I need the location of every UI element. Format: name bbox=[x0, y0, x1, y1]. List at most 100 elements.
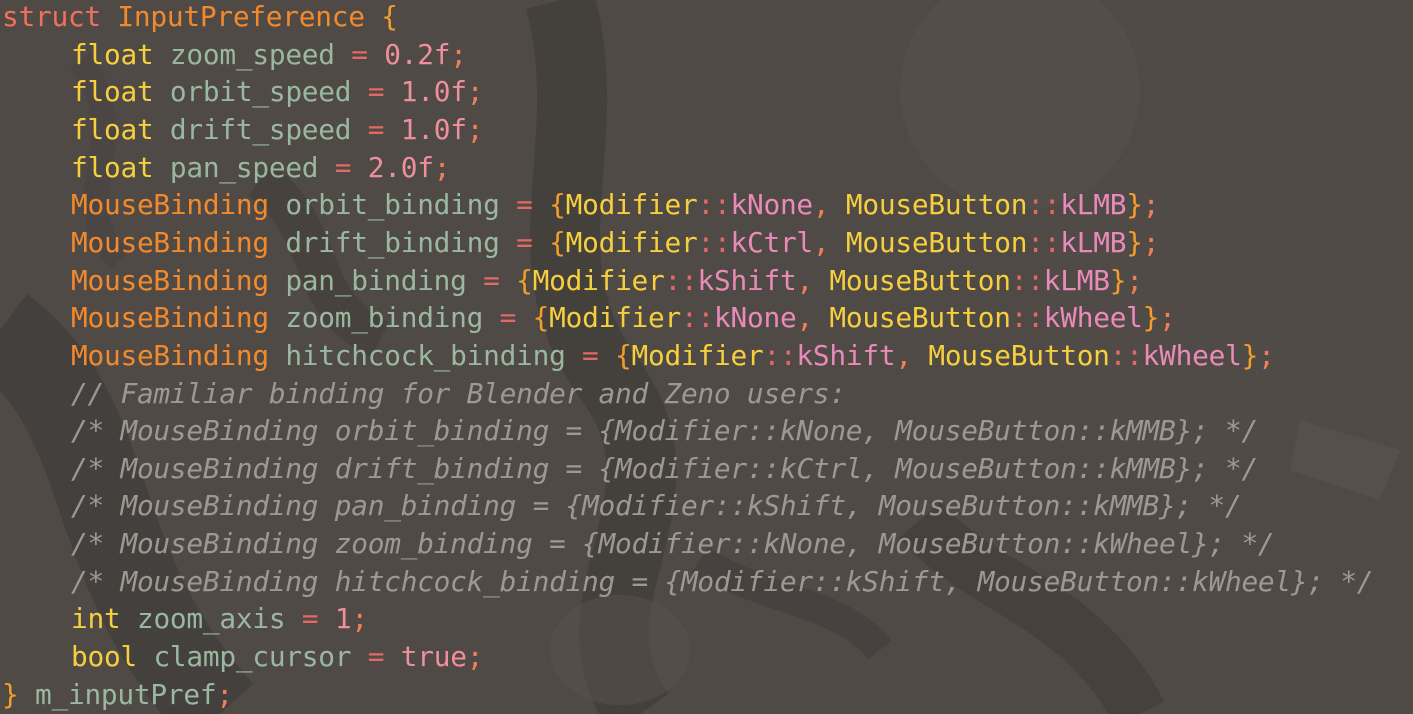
code-token: orbit_binding bbox=[268, 188, 517, 222]
code-token: ; bbox=[1142, 225, 1160, 259]
code-token: MouseButton bbox=[829, 301, 1011, 335]
code-token: ; bbox=[466, 640, 484, 674]
code-token: zoom_binding bbox=[268, 301, 500, 335]
code-token: Modifier bbox=[549, 301, 682, 335]
code-token: ; bbox=[466, 112, 484, 146]
code-token: ; bbox=[466, 75, 484, 109]
comment-line: /* MouseBinding drift_binding = {Modifie… bbox=[2, 450, 1258, 488]
code-token: ; bbox=[1142, 188, 1160, 222]
code-token: kWheel bbox=[1043, 301, 1143, 335]
code-token: } bbox=[2, 677, 19, 711]
code-token: /* MouseBinding orbit_binding = {Modifie… bbox=[71, 414, 1258, 448]
code-token: 1 bbox=[334, 602, 352, 636]
code-token: kLMB bbox=[1060, 188, 1127, 222]
code-token: kCtrl bbox=[730, 225, 813, 259]
comment-line: /* MouseBinding pan_binding = {Modifier:… bbox=[2, 487, 1242, 525]
code-token: :: bbox=[1027, 225, 1061, 259]
code-token: float bbox=[71, 75, 154, 109]
code-token: struct bbox=[2, 0, 101, 33]
code-line: MouseBinding zoom_binding = {Modifier::k… bbox=[2, 299, 1176, 337]
code-token: kWheel bbox=[1142, 338, 1242, 372]
code-token: = bbox=[367, 112, 385, 146]
code-token: kShift bbox=[796, 338, 896, 372]
code-token: MouseBinding bbox=[71, 225, 269, 259]
code-token: float bbox=[71, 112, 154, 146]
code-line: float pan_speed = 2.0f; bbox=[2, 149, 450, 187]
code-token: ; bbox=[450, 37, 467, 71]
code-token: :: bbox=[763, 338, 797, 372]
code-token: { bbox=[516, 263, 533, 297]
code-token: orbit_speed bbox=[153, 75, 368, 109]
code-token: kLMB bbox=[1060, 225, 1127, 259]
code-token: Modifier bbox=[631, 338, 764, 372]
code-token: /* MouseBinding zoom_binding = {Modifier… bbox=[71, 527, 1275, 561]
code-line: struct InputPreference { bbox=[2, 0, 398, 36]
code-token: = bbox=[499, 301, 517, 335]
code-token: 1.0f bbox=[400, 75, 467, 109]
comment-line: /* MouseBinding zoom_binding = {Modifier… bbox=[2, 525, 1275, 563]
code-token: 0.2f bbox=[384, 37, 451, 71]
code-token: drift_speed bbox=[153, 112, 368, 146]
comment-line: /* MouseBinding hitchcock_binding = {Mod… bbox=[2, 563, 1374, 601]
code-line: MouseBinding pan_binding = {Modifier::kS… bbox=[2, 262, 1143, 300]
code-token: = bbox=[367, 75, 385, 109]
code-token: , bbox=[796, 263, 830, 297]
code-token: { bbox=[532, 301, 550, 335]
code-token: kNone bbox=[730, 188, 813, 222]
code-token: ; bbox=[1258, 338, 1275, 372]
code-editor[interactable]: struct InputPreference { float zoom_speed… bbox=[0, 0, 1413, 714]
code-token: } bbox=[1109, 263, 1127, 297]
code-token: = bbox=[582, 338, 599, 372]
code-token: zoom_speed bbox=[153, 37, 352, 71]
code-line: MouseBinding drift_binding = {Modifier::… bbox=[2, 224, 1159, 262]
code-token: MouseButton bbox=[845, 225, 1028, 259]
code-token: :: bbox=[1010, 263, 1044, 297]
code-token: Modifier bbox=[565, 225, 698, 259]
code-line: MouseBinding orbit_binding = {Modifier::… bbox=[2, 186, 1159, 224]
code-token: bool bbox=[71, 640, 137, 674]
code-line: } m_inputPref; bbox=[2, 676, 233, 714]
code-token: MouseBinding bbox=[71, 188, 269, 222]
code-line: MouseBinding hitchcock_binding = {Modifi… bbox=[2, 337, 1275, 375]
code-token: zoom_axis bbox=[120, 602, 302, 636]
code-token: kNone bbox=[714, 301, 797, 335]
code-token: ; bbox=[1159, 301, 1176, 335]
code-token: , bbox=[895, 338, 929, 372]
code-token: pan_speed bbox=[153, 150, 335, 184]
code-token: = bbox=[483, 263, 500, 297]
code-token: :: bbox=[1109, 338, 1143, 372]
code-token: :: bbox=[681, 301, 714, 335]
code-token: { bbox=[381, 0, 398, 33]
code-token: true bbox=[400, 640, 467, 674]
code-token: :: bbox=[664, 263, 698, 297]
code-token: MouseButton bbox=[928, 338, 1110, 372]
code-token: , bbox=[812, 188, 846, 222]
code-token: MouseButton bbox=[829, 263, 1011, 297]
code-token: ; bbox=[433, 150, 451, 184]
code-token: kLMB bbox=[1043, 263, 1110, 297]
code-token: // Familiar binding for Blender and Zeno… bbox=[71, 376, 846, 410]
code-token: { bbox=[615, 338, 632, 372]
code-token: /* MouseBinding hitchcock_binding = {Mod… bbox=[71, 564, 1374, 598]
code-token: Modifier bbox=[532, 263, 665, 297]
code-token: hitchcock_binding bbox=[268, 338, 583, 372]
code-line: bool clamp_cursor = true; bbox=[2, 638, 483, 676]
code-token: Modifier bbox=[565, 188, 698, 222]
code-token: /* MouseBinding drift_binding = {Modifie… bbox=[71, 451, 1258, 485]
code-token: m_inputPref bbox=[18, 677, 217, 711]
code-token: = bbox=[334, 150, 352, 184]
code-token: = bbox=[351, 37, 368, 71]
code-token: ; bbox=[1126, 263, 1143, 297]
code-token: } bbox=[1142, 301, 1160, 335]
code-token: } bbox=[1126, 225, 1143, 259]
